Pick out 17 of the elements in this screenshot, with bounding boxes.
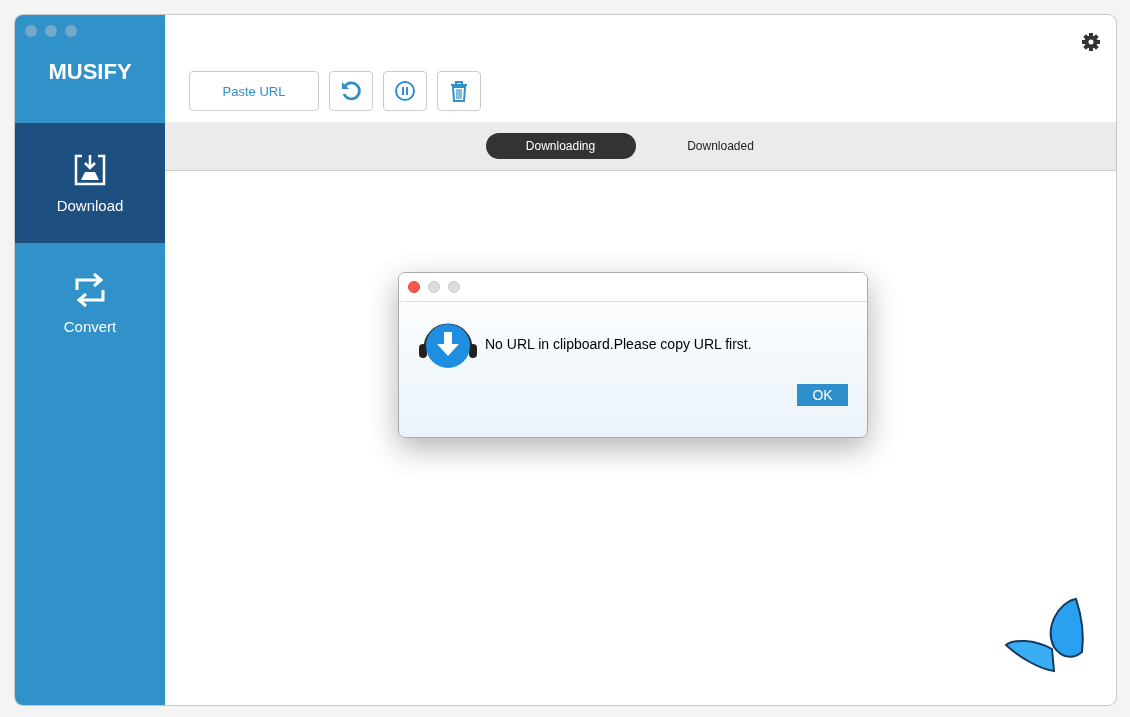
tab[interactable]: Downloaded <box>645 133 796 159</box>
paste-url-button[interactable]: Paste URL <box>189 71 319 111</box>
settings-icon[interactable] <box>1081 32 1101 52</box>
pause-icon <box>394 80 416 102</box>
refresh-icon <box>340 80 362 102</box>
refresh-button[interactable] <box>329 71 373 111</box>
alert-message: No URL in clipboard.Please copy URL first. <box>485 336 752 352</box>
delete-button[interactable] <box>437 71 481 111</box>
tab[interactable]: Downloading <box>485 133 636 159</box>
pause-button[interactable] <box>383 71 427 111</box>
download-icon <box>73 152 107 187</box>
swap-arrows-icon <box>74 271 106 308</box>
trash-icon <box>449 80 469 102</box>
app-logo: MUSIFY <box>47 59 133 86</box>
close-button[interactable] <box>408 281 420 293</box>
ok-button[interactable]: OK <box>797 384 848 406</box>
sidebar-item[interactable]: Download <box>15 123 165 243</box>
